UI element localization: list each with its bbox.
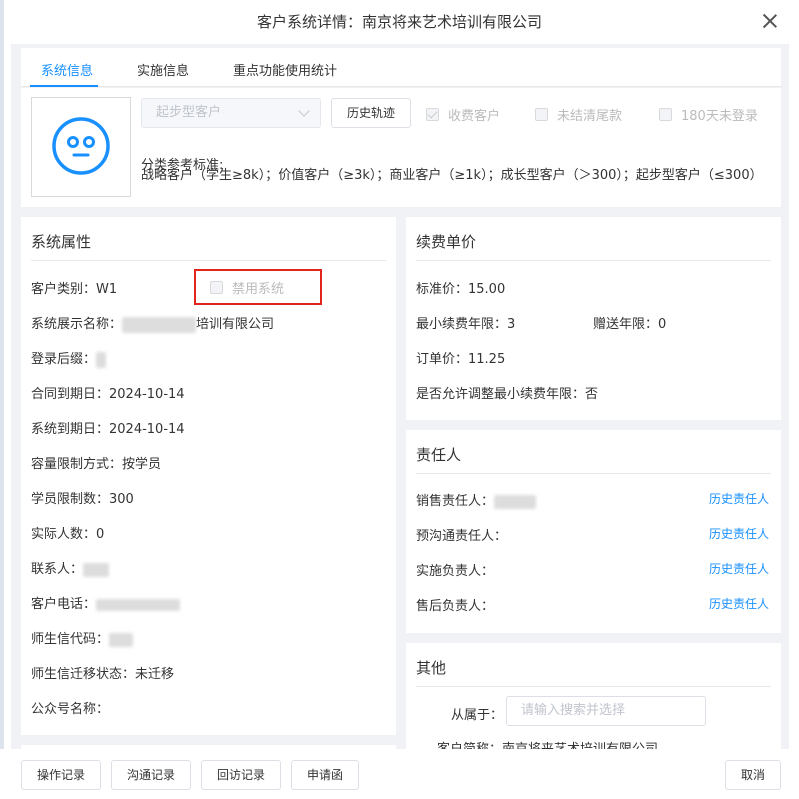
close-icon[interactable] bbox=[763, 14, 777, 28]
official-account-name: 公众号名称： bbox=[31, 702, 110, 717]
redacted-text bbox=[96, 598, 181, 611]
neutral-face-icon bbox=[52, 117, 110, 175]
display-name-suffix: 培训有限公司 bbox=[196, 317, 275, 332]
other-card: 其他 从属于： 请输入搜索并选择 客户简称：南京将来艺术培训有限公司 bbox=[406, 643, 781, 749]
checkbox-label: 180天未登录 bbox=[681, 109, 758, 124]
min-renewal-years: 最小续费年限：3 bbox=[416, 317, 516, 332]
title-text: 客户系统详情：南京将来艺术培训有限公司 bbox=[256, 13, 542, 31]
section-title: 责任人 bbox=[416, 444, 771, 474]
after-sales-owner: 售后负责人： bbox=[416, 599, 495, 614]
history-owner-link[interactable]: 历史责任人 bbox=[709, 490, 769, 507]
login-suffix-label: 登录后缀： bbox=[31, 352, 97, 367]
tab-system-info[interactable]: 系统信息 bbox=[41, 60, 93, 79]
migration-status: 师生信迁移状态：未迁移 bbox=[31, 667, 175, 682]
contact-label: 联系人： bbox=[31, 562, 84, 577]
pre-communication-owner: 预沟通责任人： bbox=[416, 529, 508, 544]
section-title: 系统属性 bbox=[31, 231, 386, 261]
customer-tier-value: 起步型客户 bbox=[156, 105, 222, 120]
history-owner-link[interactable]: 历史责任人 bbox=[709, 560, 769, 577]
student-limit: 学员限制数：300 bbox=[31, 492, 134, 507]
not-logged-in-checkbox[interactable]: 180天未登录 bbox=[659, 105, 758, 124]
checkbox-icon bbox=[535, 108, 548, 121]
dialog-title: 客户系统详情：南京将来艺术培训有限公司 bbox=[0, 0, 799, 44]
teacher-code: 师生信代码： bbox=[31, 628, 134, 647]
history-owner-link[interactable]: 历史责任人 bbox=[709, 525, 769, 542]
capacity-limit-method: 容量限制方式：按学员 bbox=[31, 457, 162, 472]
avatar bbox=[31, 97, 131, 197]
history-owner-link[interactable]: 历史责任人 bbox=[709, 595, 769, 612]
customer-short-name: 客户简称：南京将来艺术培训有限公司 bbox=[437, 738, 658, 749]
section-title: 其他 bbox=[416, 657, 771, 687]
active-tab-indicator bbox=[30, 85, 98, 87]
actual-count: 实际人数：0 bbox=[31, 527, 105, 542]
display-name: 系统展示名称： 培训有限公司 bbox=[31, 313, 274, 333]
redacted-text bbox=[96, 351, 107, 368]
tab-implementation-info[interactable]: 实施信息 bbox=[137, 60, 189, 79]
belongs-to-search-input[interactable]: 请输入搜索并选择 bbox=[506, 696, 706, 726]
renewal-price-card: 续费单价 标准价：15.00 最小续费年限：3 赠送年限：0 订单价：11.25… bbox=[406, 217, 781, 420]
history-track-button[interactable]: 历史轨迹 bbox=[331, 98, 411, 128]
customer-type: 客户类别：W1 bbox=[31, 282, 118, 297]
tab-bar: 系统信息 实施信息 重点功能使用统计 bbox=[21, 48, 781, 87]
login-suffix: 登录后缀： bbox=[31, 348, 107, 368]
display-name-label: 系统展示名称： bbox=[31, 317, 123, 332]
section-title: 续费单价 bbox=[416, 231, 771, 261]
paid-customer-checkbox[interactable]: 收费客户 bbox=[426, 105, 500, 124]
teacher-code-label: 师生信代码： bbox=[31, 632, 110, 647]
highlight-box bbox=[194, 269, 322, 305]
chevron-down-icon bbox=[298, 105, 310, 117]
responsible-persons-card: 责任人 销售责任人： 历史责任人 预沟通责任人： 历史责任人 实施负责人： 历史… bbox=[406, 430, 781, 633]
contact: 联系人： bbox=[31, 558, 110, 577]
allow-adjust-min-years: 是否允许调整最小续费年限：否 bbox=[416, 387, 599, 402]
unpaid-balance-checkbox[interactable]: 未结清尾款 bbox=[535, 105, 622, 124]
redacted-text bbox=[122, 316, 197, 333]
cancel-button[interactable]: 取消 bbox=[725, 760, 781, 790]
classification-standard-text: 战略客户（学生≥8k）；价值客户（≥3k）；商业客户（≥1k）；成长型客户（＞3… bbox=[141, 168, 763, 183]
operation-log-button[interactable]: 操作记录 bbox=[21, 760, 101, 790]
sales-owner: 销售责任人： bbox=[416, 490, 537, 509]
tab-feature-usage[interactable]: 重点功能使用统计 bbox=[233, 60, 337, 79]
sales-owner-label: 销售责任人： bbox=[416, 494, 495, 509]
redacted-text bbox=[494, 494, 537, 509]
standard-price: 标准价：15.00 bbox=[416, 282, 506, 297]
visit-log-button[interactable]: 回访记录 bbox=[201, 760, 281, 790]
contract-expiry: 合同到期日：2024-10-14 bbox=[31, 387, 185, 402]
phone-label: 客户电话： bbox=[31, 597, 97, 612]
customer-summary-card: 起步型客户 历史轨迹 收费客户 未结清尾款 180天未登录 分类参考标准: 战略… bbox=[21, 88, 781, 207]
belongs-to-label: 从属于： bbox=[451, 708, 504, 723]
dialog-footer: 操作记录 沟通记录 回访记录 申请函 取消 bbox=[0, 749, 799, 799]
gift-years: 赠送年限：0 bbox=[593, 317, 667, 332]
redacted-text bbox=[109, 632, 134, 647]
checkbox-icon bbox=[426, 108, 439, 121]
checkbox-label: 收费客户 bbox=[448, 109, 501, 124]
customer-tier-select[interactable]: 起步型客户 bbox=[141, 98, 321, 128]
checkbox-icon bbox=[659, 108, 672, 121]
order-price: 订单价：11.25 bbox=[416, 352, 506, 367]
system-expiry: 系统到期日：2024-10-14 bbox=[31, 422, 185, 437]
implementation-owner: 实施负责人： bbox=[416, 564, 495, 579]
dialog-body[interactable]: 系统信息 实施信息 重点功能使用统计 起步型客户 历史轨迹 收费客户 未结清尾款 bbox=[11, 44, 789, 749]
customer-phone: 客户电话： bbox=[31, 593, 181, 612]
checkbox-label: 未结清尾款 bbox=[557, 109, 623, 124]
redacted-text bbox=[83, 562, 110, 577]
left-edge bbox=[0, 0, 4, 799]
application-letter-button[interactable]: 申请函 bbox=[291, 760, 359, 790]
communication-log-button[interactable]: 沟通记录 bbox=[111, 760, 191, 790]
